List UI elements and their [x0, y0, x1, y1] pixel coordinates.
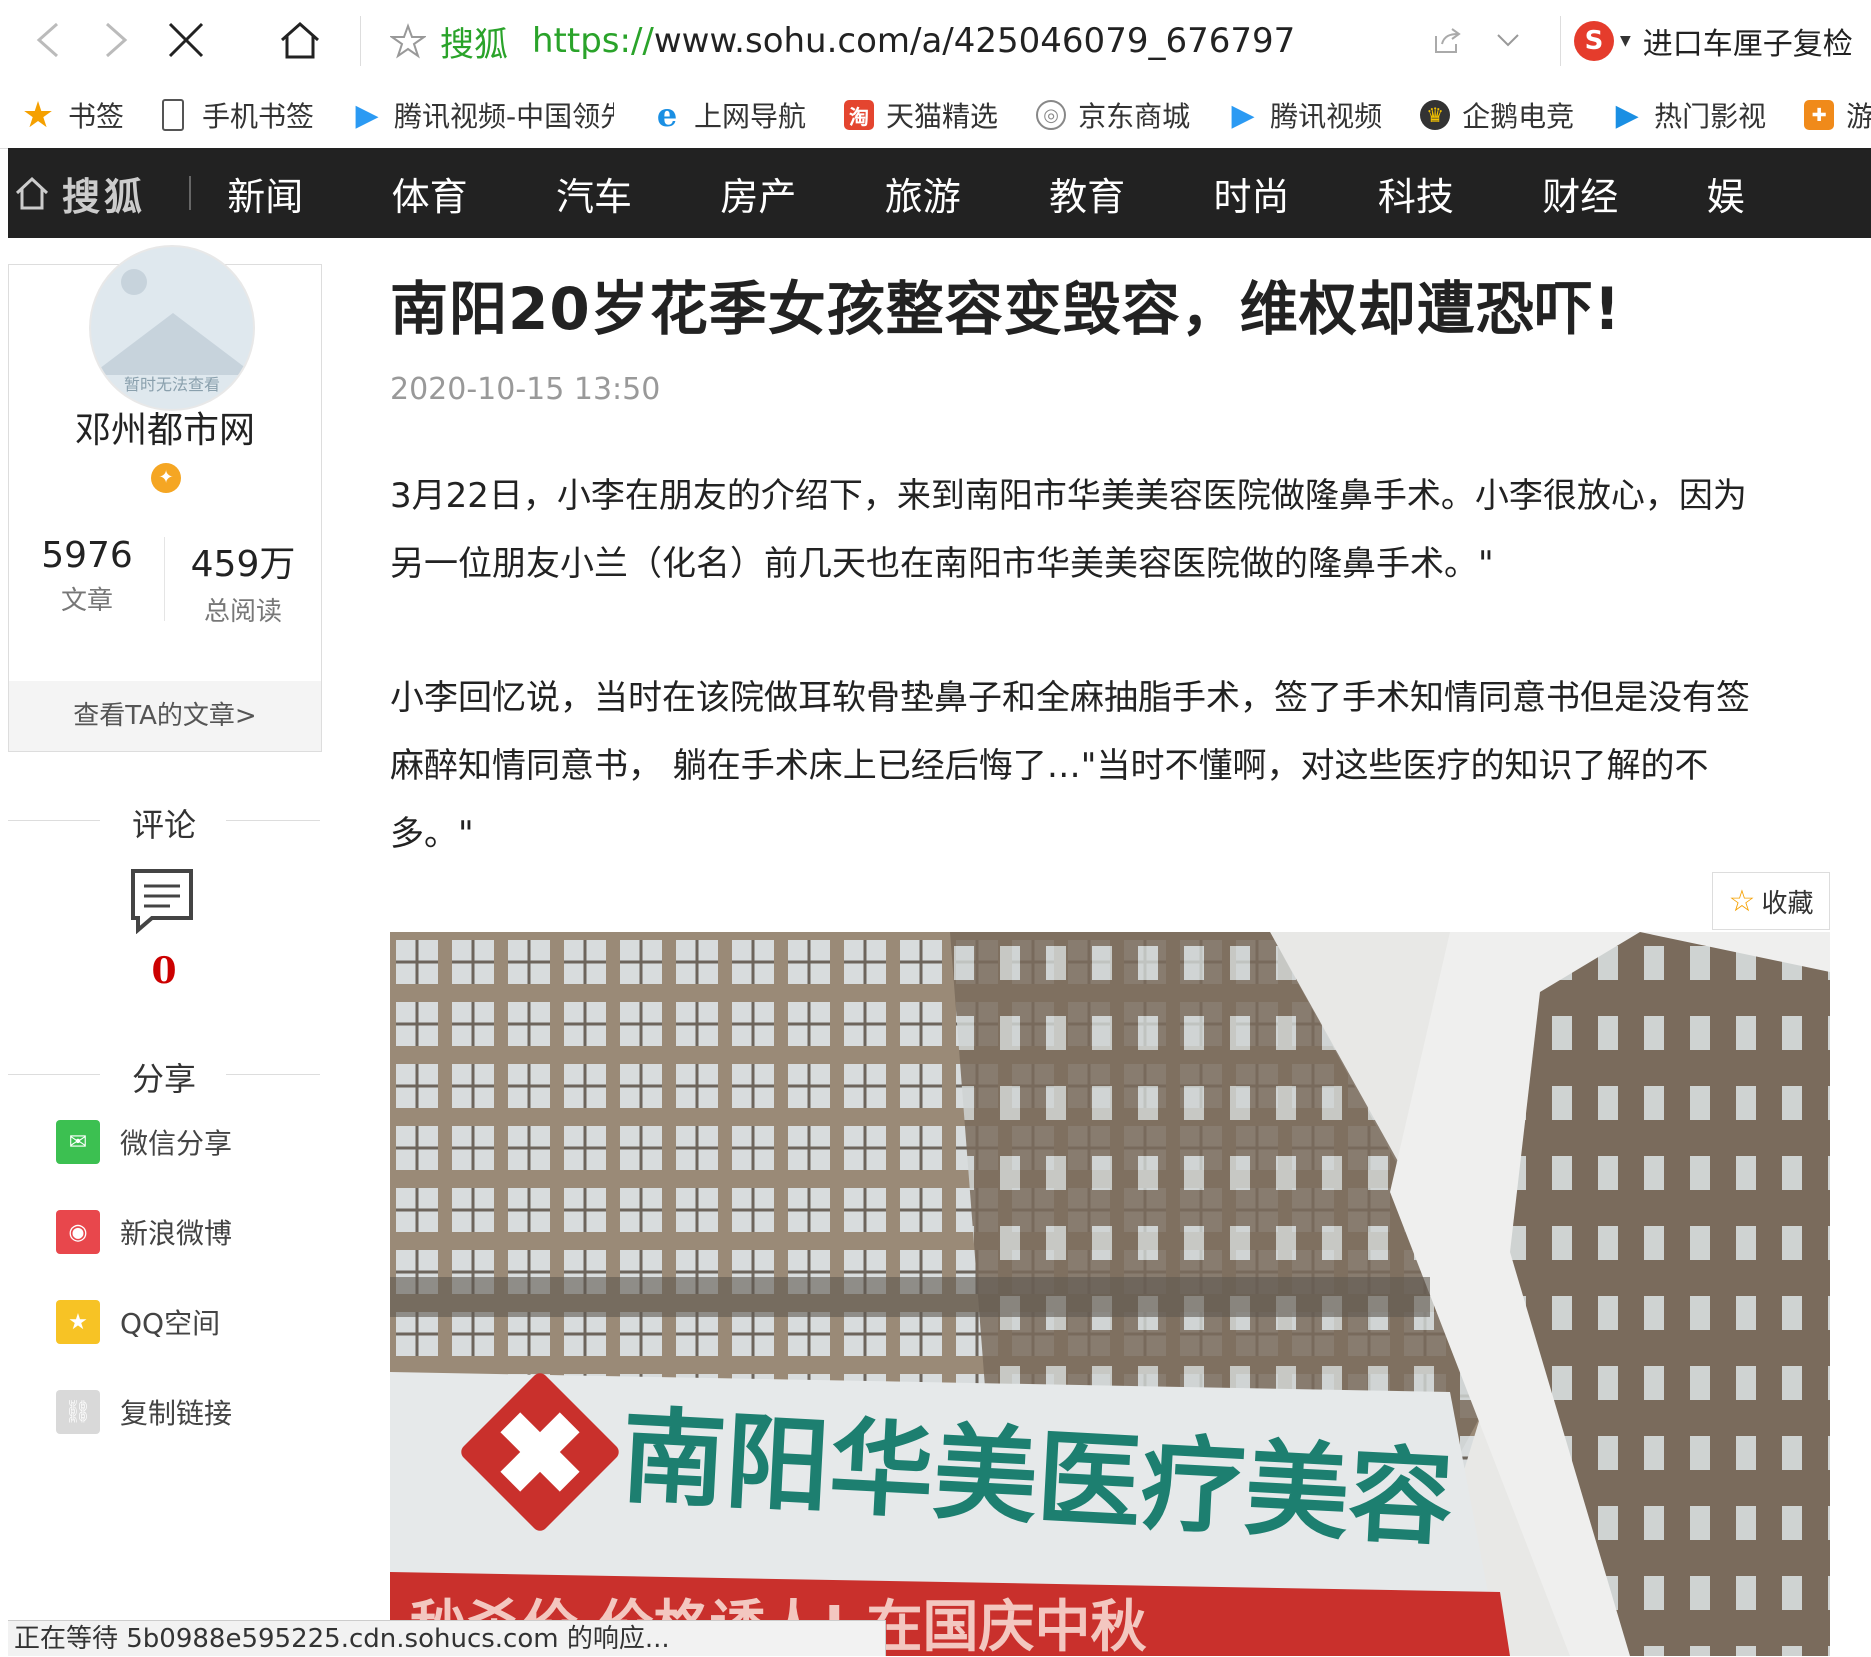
bookmark-item[interactable]: 手机书签	[162, 95, 314, 135]
penguin-icon: ♛	[1420, 100, 1451, 130]
star-icon: ★	[21, 94, 55, 136]
url-protocol: https://	[532, 21, 654, 61]
gamepad-icon: ✚	[1804, 100, 1835, 130]
share-wechat[interactable]: ✉ 微信分享	[56, 1120, 232, 1164]
article-paragraph: 3月22日，小李在朋友的介绍下，来到南阳市华美美容医院做隆鼻手术。小李很放心，因…	[390, 476, 1747, 584]
bookmark-item[interactable]: ✚游戏	[1804, 95, 1871, 135]
nav-item-sports[interactable]: 体育	[392, 166, 556, 221]
globe-icon: ◎	[1036, 100, 1067, 130]
tencent-video-icon: ▶	[355, 97, 379, 133]
reads-stat: 459万 总阅读	[190, 544, 296, 627]
toolbar-divider	[360, 16, 361, 66]
nav-item-fashion[interactable]: 时尚	[1214, 166, 1378, 221]
stop-button[interactable]	[156, 14, 216, 66]
search-box[interactable]: S ▼ 进口车厘子复检	[1574, 0, 1853, 82]
bookmark-item[interactable]: ▶ 腾讯视频-中国领先	[352, 95, 614, 135]
link-icon: ⛓	[56, 1390, 100, 1434]
home-icon	[15, 176, 49, 210]
share-weibo[interactable]: ◉ 新浪微博	[56, 1210, 232, 1254]
article-title: 南阳20岁花季女孩整容变毁容，维权却遭恐吓!	[390, 275, 1622, 343]
url-text: www.sohu.com/a/425046079_676797	[653, 21, 1296, 61]
search-text: 进口车厘子复检	[1642, 27, 1853, 62]
phone-icon	[162, 99, 185, 131]
nav-item-finance[interactable]: 财经	[1542, 166, 1706, 221]
caret-down-icon[interactable]: ▼	[1620, 33, 1631, 49]
bookmark-item[interactable]: 淘天猫精选	[844, 95, 998, 135]
site-name: 搜狐	[440, 24, 508, 65]
share-qzone[interactable]: ★ QQ空间	[56, 1300, 220, 1344]
author-card: 暂时无法查看 邓州都市网 ✦ 5976 文章 459万 总阅读 查看TA的文章>	[8, 245, 322, 752]
sogou-icon: S	[1574, 21, 1614, 61]
nav-item-education[interactable]: 教育	[1049, 166, 1213, 221]
chevron-right-icon	[106, 22, 128, 58]
share-copy-link[interactable]: ⛓ 复制链接	[56, 1390, 232, 1434]
nav-item-news[interactable]: 新闻	[227, 166, 391, 221]
address-bar[interactable]: 搜狐 https:// www.sohu.com/a/425046079_676…	[362, 0, 1295, 82]
nav-item-entertainment[interactable]: 娱	[1707, 166, 1871, 221]
nav-item-house[interactable]: 房产	[720, 166, 884, 221]
share-page-icon[interactable]	[1432, 26, 1464, 60]
bookmark-item[interactable]: ▶ 热门影视	[1612, 95, 1767, 135]
author-name[interactable]: 邓州都市网	[9, 401, 321, 453]
sohu-nav-bar: 搜狐 新闻 体育 汽车 房产 旅游 教育 时尚 科技 财经 娱	[8, 148, 1871, 238]
comment-count[interactable]: 0	[8, 950, 320, 992]
bookmark-item[interactable]: e 上网导航	[652, 95, 806, 135]
article-date: 2020-10-15 13:50	[390, 372, 661, 407]
share-title: 分享	[131, 1060, 196, 1098]
comments-title: 评论	[131, 806, 196, 844]
ie-icon: e	[656, 96, 678, 134]
weibo-icon: ◉	[56, 1210, 100, 1254]
bookmark-star-icon[interactable]	[390, 23, 426, 59]
tencent-video-icon: ▶	[1231, 97, 1255, 133]
browser-toolbar: 搜狐 https:// www.sohu.com/a/425046079_676…	[0, 0, 1871, 83]
dropdown-chevron-icon[interactable]	[1496, 30, 1520, 54]
view-articles-link[interactable]: 查看TA的文章>	[9, 681, 321, 751]
home-icon	[281, 21, 319, 59]
fox-badge-icon: ✦	[151, 463, 181, 493]
article-image: 南阳华美医疗美容 秒杀价 价格诱人! 在国庆中秋	[390, 932, 1830, 1656]
home-button[interactable]	[270, 14, 330, 66]
chevron-left-icon	[36, 22, 58, 58]
bookmark-item[interactable]: ▶ 腾讯视频	[1228, 95, 1383, 135]
bookmark-item[interactable]: ★ 书签	[20, 94, 124, 136]
status-bar: 正在等待 5b0988e595225.cdn.sohucs.com 的响应...	[8, 1620, 886, 1656]
play-icon: ▶	[1615, 97, 1639, 133]
article-paragraph: 小李回忆说，当时在该院做耳软骨垫鼻子和全麻抽脂手术，签了手术知情同意书但是没有签…	[390, 678, 1750, 854]
nav-item-tech[interactable]: 科技	[1378, 166, 1542, 221]
nav-item-travel[interactable]: 旅游	[885, 166, 1049, 221]
avatar[interactable]: 暂时无法查看	[89, 245, 255, 411]
bookmarks-bar: ★ 书签 手机书签 ▶ 腾讯视频-中国领先 e 上网导航 淘天猫精选 ◎ 京东商城 ▶ 腾…	[0, 82, 1871, 149]
bookmark-item[interactable]: ♛ 企鹅电竞	[1420, 95, 1574, 135]
star-outline-icon: ☆	[1728, 883, 1756, 919]
nav-item-auto[interactable]: 汽车	[556, 166, 720, 221]
favorite-button[interactable]: ☆ 收藏	[1712, 872, 1830, 930]
sohu-logo[interactable]: 搜狐	[14, 166, 189, 221]
qzone-star-icon: ★	[56, 1300, 100, 1344]
bookmark-item[interactable]: ◎ 京东商城	[1036, 95, 1190, 135]
tmall-icon: 淘	[844, 100, 875, 130]
comment-icon[interactable]	[130, 868, 194, 935]
wechat-icon: ✉	[56, 1120, 100, 1164]
articles-stat: 5976 文章	[41, 535, 133, 616]
forward-button[interactable]	[86, 14, 146, 66]
close-icon	[168, 22, 204, 58]
back-button[interactable]	[18, 14, 78, 66]
